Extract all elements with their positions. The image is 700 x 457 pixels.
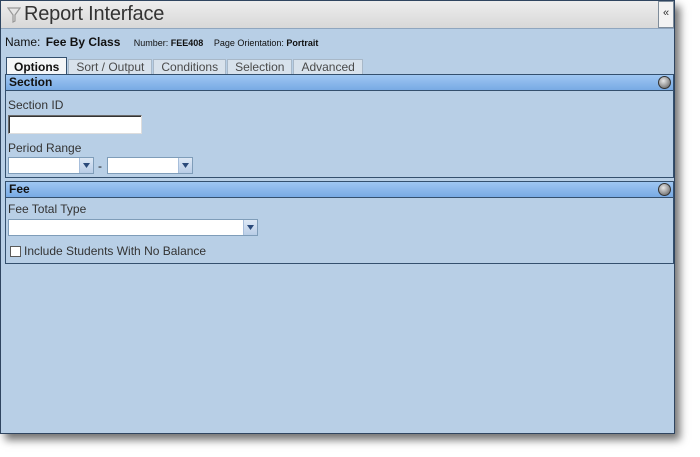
include-no-balance-label: Include Students With No Balance [24,244,207,258]
section-id-label: Section ID [8,98,64,112]
tab-conditions[interactable]: Conditions [153,59,227,75]
tab-selection[interactable]: Selection [227,59,293,75]
fee-total-type-select[interactable] [8,219,258,236]
chevron-down-icon[interactable] [243,220,257,235]
period-range-to-select[interactable] [107,157,193,174]
chevron-down-icon[interactable] [79,158,93,173]
section-panel-title: Section [9,75,53,89]
report-name-label: Name: [5,35,41,49]
section-id-input[interactable] [8,115,142,134]
include-no-balance-checkbox[interactable] [10,245,21,257]
section-panel: Section Section ID Period Range - [5,74,674,178]
filter-icon [7,7,21,23]
section-panel-toggle-icon[interactable] [658,76,671,89]
tab-advanced[interactable]: Advanced [293,59,363,75]
report-number-value: FEE408 [170,38,204,48]
fee-total-type-label: Fee Total Type [8,202,87,216]
include-no-balance-row[interactable]: Include Students With No Balance [10,244,206,258]
tab-sort-output[interactable]: Sort / Output [68,59,153,75]
report-name-value: Fee By Class [45,35,121,49]
window-title: Report Interface [24,3,165,25]
fee-panel: Fee Fee Total Type Include Students With… [5,181,674,264]
period-range-label: Period Range [8,141,82,155]
tab-bar: Options Sort / Output Conditions Selecti… [6,57,364,75]
report-number-label: Number: [133,38,169,48]
page-orientation-value: Portrait [286,38,319,48]
title-bar: Report Interface « [1,1,674,29]
report-interface-window: Report Interface « Name: Fee By Class Nu… [0,0,675,434]
page-orientation-label: Page Orientation: [213,38,284,48]
period-range-from-select[interactable] [8,157,94,174]
collapse-panel-button[interactable]: « [658,1,674,28]
section-panel-header[interactable]: Section [6,75,673,91]
report-info-bar: Name: Fee By Class Number: FEE408 Page O… [5,35,318,49]
tab-options[interactable]: Options [6,57,68,75]
chevron-down-icon[interactable] [178,158,192,173]
period-range-separator: - [98,159,102,173]
fee-panel-title: Fee [9,182,30,196]
fee-panel-header[interactable]: Fee [6,182,673,198]
fee-panel-toggle-icon[interactable] [658,183,671,196]
